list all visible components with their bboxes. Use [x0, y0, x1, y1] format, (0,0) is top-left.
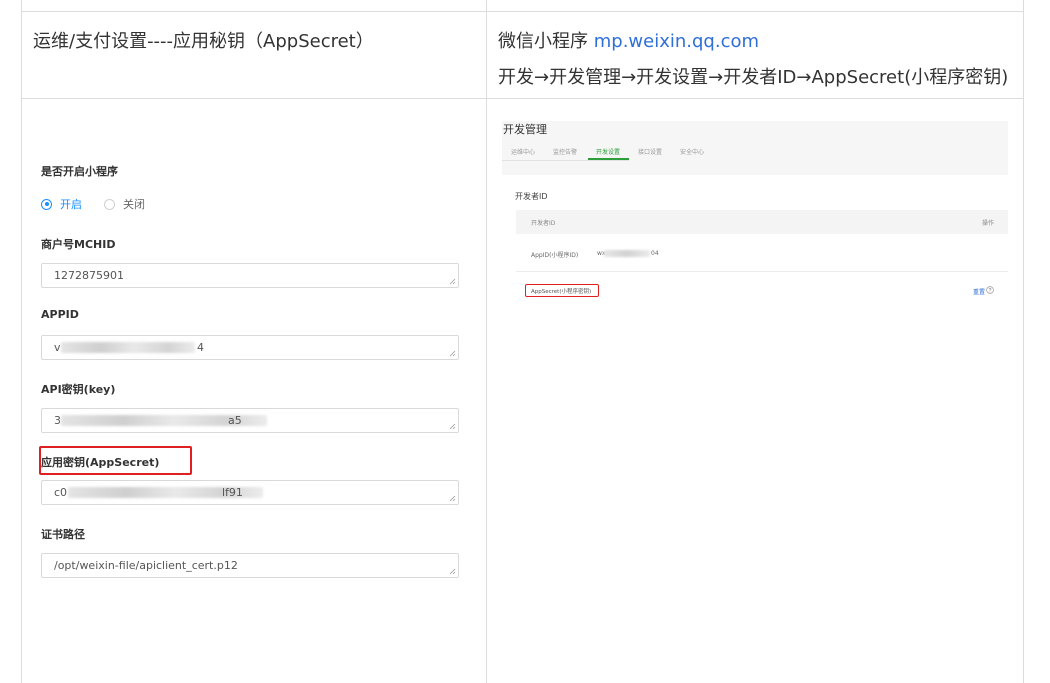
cert-path-value: /opt/weixin-file/apiclient_cert.p12 — [54, 559, 238, 572]
appid-value-suffix: 4 — [197, 341, 204, 354]
mchid-value: 1272875901 — [54, 269, 124, 282]
cert-path-input[interactable]: /opt/weixin-file/apiclient_cert.p12 — [41, 553, 459, 578]
tab-security-center[interactable]: 安全中心 — [680, 147, 704, 156]
enable-radio-group: 开启 关闭 — [41, 196, 145, 212]
table-column-divider — [486, 0, 487, 683]
tab-baseline — [502, 160, 629, 161]
apikey-label: API密钥(key) — [41, 383, 116, 396]
question-circle-icon[interactable] — [986, 286, 994, 294]
appsecret-highlight-box — [39, 446, 192, 475]
tab-dev-settings[interactable]: 开发设置 — [596, 147, 620, 156]
appsecret-value-prefix: c0 — [54, 486, 68, 499]
table-row-divider — [21, 98, 1024, 99]
radio-enabled-label[interactable]: 开启 — [60, 196, 82, 212]
wechat-dev-header-panel — [502, 121, 1008, 175]
col-action: 操作 — [982, 220, 995, 227]
apikey-value-suffix: a5 — [228, 414, 242, 427]
col-developer-id: 开发者ID — [531, 220, 556, 227]
resize-handle-icon[interactable] — [449, 423, 456, 430]
appid-value-prefix: v — [54, 341, 61, 354]
reset-secret-link[interactable]: 重置 — [973, 287, 985, 296]
resize-handle-icon[interactable] — [449, 495, 456, 502]
appsecret-row-label: AppSecret(小程序密钥) — [531, 289, 592, 295]
redacted-blur — [61, 342, 195, 353]
appsecret-input[interactable]: c0 lf91 — [41, 480, 459, 505]
cert-path-label: 证书路径 — [41, 528, 85, 541]
tab-api-settings[interactable]: 接口设置 — [638, 147, 662, 156]
table-row-divider — [516, 271, 1008, 272]
wechat-dev-title: 开发管理 — [503, 123, 547, 136]
tab-monitoring[interactable]: 监控告警 — [553, 147, 577, 156]
appid-row-suffix: 04 — [651, 250, 659, 257]
table-top-border — [21, 11, 1024, 12]
radio-disabled[interactable] — [104, 198, 115, 210]
wechat-nav-path: 开发→开发管理→开发设置→开发者ID→AppSecret(小程序密钥) — [498, 67, 1009, 88]
apikey-value-prefix: 3 — [54, 414, 61, 427]
appid-label: APPID — [41, 308, 79, 321]
wechat-prefix: 微信小程序 — [498, 31, 594, 52]
radio-enabled[interactable] — [41, 198, 52, 210]
mchid-label: 商户号MCHID — [41, 238, 116, 251]
enable-miniprogram-label: 是否开启小程序 — [41, 165, 118, 178]
resize-handle-icon[interactable] — [449, 568, 456, 575]
resize-handle-icon[interactable] — [449, 350, 456, 357]
resize-handle-icon[interactable] — [449, 278, 456, 285]
appid-input[interactable]: v 4 — [41, 335, 459, 360]
wechat-source-text: 微信小程序 mp.weixin.qq.com — [498, 27, 759, 53]
apikey-input[interactable]: 3 a5 — [41, 408, 459, 433]
settings-path-text: 运维/支付设置----应用秘钥（AppSecret） — [33, 31, 374, 52]
tab-ops-center[interactable]: 运维中心 — [511, 147, 535, 156]
mp-weixin-link[interactable]: mp.weixin.qq.com — [594, 31, 759, 52]
appsecret-value-suffix: lf91 — [222, 486, 243, 499]
developer-id-section-title: 开发者ID — [515, 192, 548, 201]
mchid-input[interactable]: 1272875901 — [41, 263, 459, 288]
redacted-blur — [604, 250, 650, 257]
active-tab-indicator — [588, 158, 629, 160]
appid-row-label: AppID(小程序ID) — [531, 252, 579, 259]
radio-disabled-label[interactable]: 关闭 — [123, 196, 145, 212]
developer-id-table-header — [516, 210, 1008, 234]
